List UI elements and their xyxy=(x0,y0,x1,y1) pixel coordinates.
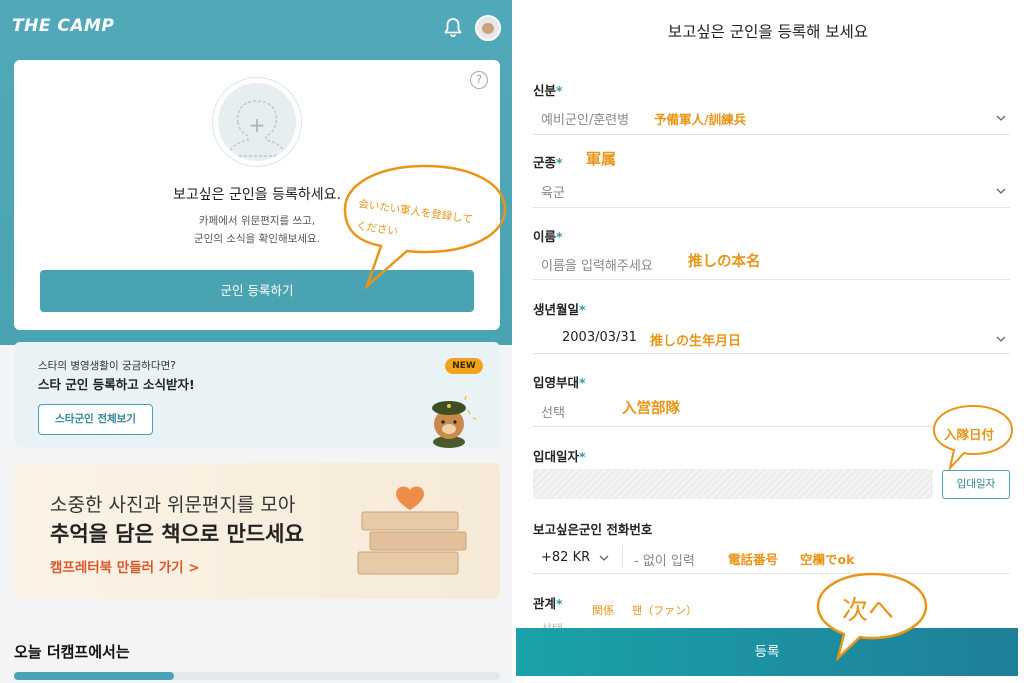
label-status: 신분* xyxy=(533,83,563,98)
view-star-soldiers-button[interactable]: 스타군인 전체보기 xyxy=(38,404,153,435)
profile-placeholder: + xyxy=(212,77,302,167)
annotation-enlist-date: 入隊日付 xyxy=(944,427,995,442)
app-logo[interactable]: THE CAMP xyxy=(12,16,114,36)
branch-select[interactable]: 육군 xyxy=(541,182,565,201)
label-phone: 보고싶은군인 전화번호 xyxy=(533,522,653,537)
label-name: 이름* xyxy=(533,229,563,244)
enlist-date-button[interactable]: 입대일자 xyxy=(942,470,1010,499)
divider xyxy=(533,573,1010,574)
country-code-select[interactable]: +82 KR xyxy=(541,550,590,565)
today-tab-indicator xyxy=(14,672,174,680)
make-letter-book-link[interactable]: 캠프레터북 만들러 가기 > xyxy=(50,556,200,576)
chevron-down-icon[interactable] xyxy=(599,553,609,563)
annotation-branch: 軍属 xyxy=(586,150,617,168)
annotation-birthdate: 推しの生年月日 xyxy=(650,334,742,349)
chevron-down-icon[interactable] xyxy=(996,186,1006,196)
label-enlist-date: 입대일자* xyxy=(533,449,586,464)
annotation-next: 次へ xyxy=(842,596,895,626)
label-birthdate: 생년월일* xyxy=(533,302,586,317)
chevron-down-icon[interactable] xyxy=(996,113,1006,123)
enlist-date-field[interactable] xyxy=(533,469,933,499)
submit-button[interactable]: 등록 xyxy=(516,628,1018,676)
unit-select[interactable]: 선택 xyxy=(541,402,565,421)
star-title: 스타 군인 등록하고 소식받자! xyxy=(38,377,195,392)
annotation-unit: 入営部隊 xyxy=(622,401,680,417)
avatar-face-icon xyxy=(482,23,494,34)
star-question: 스타의 병영생활이 궁금하다면? xyxy=(38,360,176,372)
new-badge: NEW xyxy=(445,358,483,374)
label-branch: 군종* xyxy=(533,155,563,170)
divider xyxy=(533,279,1010,280)
person-silhouette-icon: + xyxy=(218,83,296,161)
form-title: 보고싶은 군인을 등록해 보세요 xyxy=(667,23,869,41)
label-relation: 관계* xyxy=(533,596,563,611)
book-banner-line2: 추억을 담은 책으로 만드세요 xyxy=(50,522,304,546)
help-icon[interactable]: ? xyxy=(470,71,488,89)
annotation-name: 推しの本名 xyxy=(688,254,761,270)
annotation-relation: 関係 xyxy=(592,604,614,617)
book-banner-line1: 소중한 사진과 위문편지를 모아 xyxy=(50,494,296,516)
today-section-title: 오늘 더캠프에서는 xyxy=(14,643,130,661)
divider xyxy=(533,134,1010,135)
phone-input[interactable]: - 없이 입력 xyxy=(634,550,695,569)
label-unit: 입영부대* xyxy=(533,375,586,390)
soldier-bear-icon xyxy=(432,395,477,448)
divider xyxy=(533,207,1010,208)
status-select[interactable]: 예비군인/훈련병 xyxy=(541,109,629,128)
divider xyxy=(533,353,1010,354)
annotation-phone: 電話番号 xyxy=(728,552,779,567)
chevron-down-icon[interactable] xyxy=(996,334,1006,344)
annotation-phone-optional: 空欄でok xyxy=(800,552,855,567)
today-tab-bar[interactable] xyxy=(14,672,500,680)
name-input[interactable]: 이름을 입력해주세요 xyxy=(541,255,653,274)
birthdate-select[interactable]: 2003/03/31 xyxy=(562,330,637,345)
avatar[interactable] xyxy=(475,15,501,41)
annotation-status: 予備軍人/訓練兵 xyxy=(654,112,747,127)
annotation-relation-fan: 팬（ファン） xyxy=(632,604,698,617)
plus-icon: + xyxy=(248,113,266,137)
book-stack-icon xyxy=(357,486,467,575)
bell-icon[interactable] xyxy=(441,16,465,40)
divider xyxy=(622,546,623,568)
